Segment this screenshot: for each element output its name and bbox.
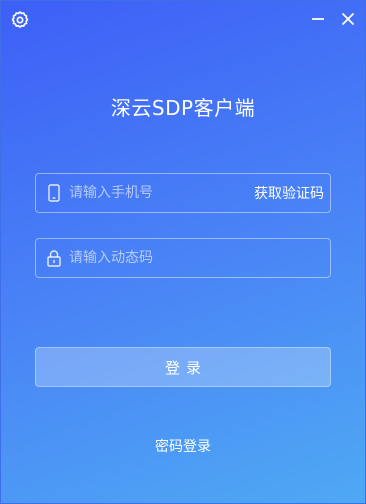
get-verification-code-button[interactable]: 获取验证码 <box>254 183 324 203</box>
phone-field[interactable]: 获取验证码 <box>35 173 331 213</box>
title-bar <box>1 1 365 37</box>
dynamic-code-input[interactable] <box>62 239 330 277</box>
lock-icon <box>46 249 62 267</box>
minimize-button[interactable] <box>306 7 330 31</box>
close-icon <box>341 12 355 26</box>
password-login-link[interactable]: 密码登录 <box>1 436 365 456</box>
close-button[interactable] <box>336 7 360 31</box>
minimize-icon <box>312 18 324 20</box>
phone-input[interactable] <box>62 174 254 212</box>
mobile-phone-icon <box>46 184 62 202</box>
settings-button[interactable] <box>8 8 32 32</box>
login-window: 深云SDP客户端 获取验证码 登录 密码登录 <box>0 0 366 504</box>
code-field[interactable] <box>35 238 331 278</box>
login-button[interactable]: 登录 <box>35 347 331 387</box>
gear-icon <box>11 11 29 28</box>
app-title: 深云SDP客户端 <box>110 96 256 120</box>
